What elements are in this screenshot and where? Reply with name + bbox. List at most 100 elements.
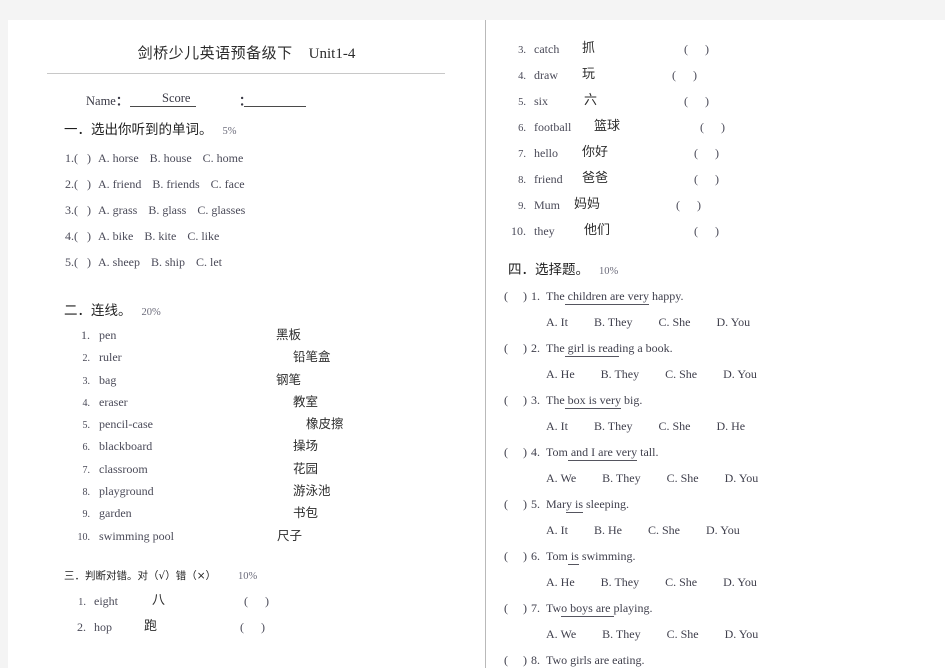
section2-chinese-word[interactable]: 花园 — [276, 458, 456, 480]
score-input-rule[interactable] — [243, 94, 306, 107]
section4-question[interactable]: ( )4. Tom and I are very tall. — [504, 439, 945, 465]
section4-answer-bracket[interactable]: ( ) — [504, 393, 533, 407]
section1-option-c[interactable]: C. home — [203, 151, 244, 165]
section4-option[interactable]: C. She — [658, 309, 690, 335]
section4-option[interactable]: C. She — [658, 413, 690, 439]
section3-answer-parens[interactable]: ( ) — [672, 62, 704, 88]
section4-option[interactable]: D. You — [706, 517, 740, 543]
section4-answer-bracket[interactable]: ( ) — [504, 497, 533, 511]
section3-item[interactable]: 8. friend 爸爸 ( ) — [504, 166, 945, 192]
section3-answer-parens[interactable]: ( ) — [684, 36, 716, 62]
section4-question[interactable]: ( )3. The box is very big. — [504, 387, 945, 413]
section1-option-b[interactable]: B. ship — [151, 255, 185, 269]
section4-answer-bracket[interactable]: ( ) — [504, 549, 533, 563]
section4-answer-bracket[interactable]: ( ) — [504, 601, 533, 615]
section3-item[interactable]: 1. eight 八 ( ) — [64, 588, 485, 614]
section4-option[interactable]: A. We — [546, 621, 576, 647]
section4-option[interactable]: B. He — [594, 517, 622, 543]
section1-item[interactable]: 2.( ) A. friend B. friends C. face — [65, 171, 485, 197]
section2-chinese-word[interactable]: 橡皮擦 — [276, 413, 456, 435]
section3-answer-parens[interactable]: ( ) — [240, 614, 272, 640]
section1-option-b[interactable]: B. glass — [148, 203, 186, 217]
section4-option[interactable]: C. She — [648, 517, 680, 543]
section1-option-b[interactable]: B. friends — [152, 177, 199, 191]
section2-chinese-word[interactable]: 钢笔 — [276, 369, 456, 391]
section4-answer-bracket[interactable]: ( ) — [504, 289, 533, 303]
section1-answer-blank[interactable] — [78, 203, 87, 217]
section4-option[interactable]: D. You — [725, 465, 759, 491]
section4-option[interactable]: C. She — [667, 465, 699, 491]
section4-option[interactable]: A. It — [546, 413, 568, 439]
section4-question[interactable]: ( )5. Mary is sleeping. — [504, 491, 945, 517]
section3-item[interactable]: 5. six 六 ( ) — [504, 88, 945, 114]
section1-item[interactable]: 1.( ) A. horse B. house C. home — [65, 145, 485, 171]
section4-option[interactable]: B. They — [601, 361, 639, 387]
section3-item[interactable]: 4. draw 玩 ( ) — [504, 62, 945, 88]
section1-answer-blank[interactable] — [78, 177, 87, 191]
section2-chinese-word[interactable]: 黑板 — [276, 324, 456, 346]
section4-option[interactable]: C. She — [665, 569, 697, 595]
section3-item[interactable]: 6. football 篮球 ( ) — [504, 114, 945, 140]
section1-item[interactable]: 5.( ) A. sheep B. ship C. let — [65, 249, 485, 275]
section1-answer-blank[interactable] — [78, 229, 87, 243]
section2-chinese-word[interactable]: 书包 — [276, 502, 456, 524]
section1-option-a[interactable]: A. sheep — [98, 255, 140, 269]
section3-answer-parens[interactable]: ( ) — [700, 114, 732, 140]
section3-answer-parens[interactable]: ( ) — [694, 166, 726, 192]
section3-answer-parens[interactable]: ( ) — [684, 88, 716, 114]
section4-option[interactable]: D. You — [723, 569, 757, 595]
section1-option-a[interactable]: A. grass — [98, 203, 137, 217]
section4-answer-bracket[interactable]: ( ) — [504, 445, 533, 459]
section3-answer-parens[interactable]: ( ) — [694, 218, 726, 244]
section3-item[interactable]: 2. hop 跑 ( ) — [64, 614, 485, 640]
section4-option[interactable]: C. She — [665, 361, 697, 387]
section3-item[interactable]: 3. catch 抓 ( ) — [504, 36, 945, 62]
section4-option[interactable]: A. We — [546, 465, 576, 491]
section4-option[interactable]: B. They — [602, 621, 640, 647]
section2-chinese-word[interactable]: 游泳池 — [276, 480, 456, 502]
section2-chinese-word[interactable]: 铅笔盒 — [276, 346, 456, 368]
section1-option-a[interactable]: A. horse — [98, 151, 139, 165]
section3-answer-parens[interactable]: ( ) — [676, 192, 708, 218]
section4-question[interactable]: ( )8. Two girls are eating. — [504, 647, 945, 668]
section4-option[interactable]: B. They — [594, 413, 632, 439]
section4-answer-bracket[interactable]: ( ) — [504, 653, 533, 667]
section3-answer-parens[interactable]: ( ) — [694, 140, 726, 166]
section1-option-a[interactable]: A. bike — [98, 229, 133, 243]
section1-option-c[interactable]: C. face — [211, 177, 245, 191]
section4-question[interactable]: ( )1. The children are very happy. — [504, 283, 945, 309]
section2-chinese-word[interactable]: 尺子 — [276, 525, 456, 547]
section4-option[interactable]: B. They — [602, 465, 640, 491]
section1-item[interactable]: 4.( ) A. bike B. kite C. like — [65, 223, 485, 249]
section4-option[interactable]: D. He — [716, 413, 745, 439]
section4-option[interactable]: D. You — [725, 621, 759, 647]
section3-item[interactable]: 7. hello 你好 ( ) — [504, 140, 945, 166]
section3-answer-parens[interactable]: ( ) — [244, 588, 276, 614]
section1-option-a[interactable]: A. friend — [98, 177, 141, 191]
section1-option-b[interactable]: B. kite — [144, 229, 176, 243]
section4-option[interactable]: B. They — [601, 569, 639, 595]
section4-option[interactable]: A. He — [546, 569, 575, 595]
section3-item[interactable]: 9. Mum 妈妈 ( ) — [504, 192, 945, 218]
section4-answer-bracket[interactable]: ( ) — [504, 341, 533, 355]
section4-option[interactable]: D. You — [716, 309, 750, 335]
section1-item[interactable]: 3.( ) A. grass B. glass C. glasses — [65, 197, 485, 223]
section4-option[interactable]: D. You — [723, 361, 757, 387]
section4-question[interactable]: ( )6. Tom is swimming. — [504, 543, 945, 569]
section1-option-c[interactable]: C. let — [196, 255, 222, 269]
section2-chinese-word[interactable]: 操场 — [276, 435, 456, 457]
section4-option[interactable]: C. She — [667, 621, 699, 647]
section3-item[interactable]: 10. they 他们 ( ) — [504, 218, 945, 244]
section4-option[interactable]: A. It — [546, 517, 568, 543]
section1-answer-blank[interactable] — [78, 255, 87, 269]
section1-option-c[interactable]: C. like — [187, 229, 219, 243]
section4-option[interactable]: A. He — [546, 361, 575, 387]
section1-option-c[interactable]: C. glasses — [197, 203, 245, 217]
section1-option-b[interactable]: B. house — [150, 151, 192, 165]
section4-question[interactable]: ( )7. Two boys are playing. — [504, 595, 945, 621]
section4-option[interactable]: B. They — [594, 309, 632, 335]
section4-option[interactable]: A. It — [546, 309, 568, 335]
section1-answer-blank[interactable] — [78, 151, 87, 165]
section4-question[interactable]: ( )2. The girl is reading a book. — [504, 335, 945, 361]
section2-chinese-word[interactable]: 教室 — [276, 391, 456, 413]
